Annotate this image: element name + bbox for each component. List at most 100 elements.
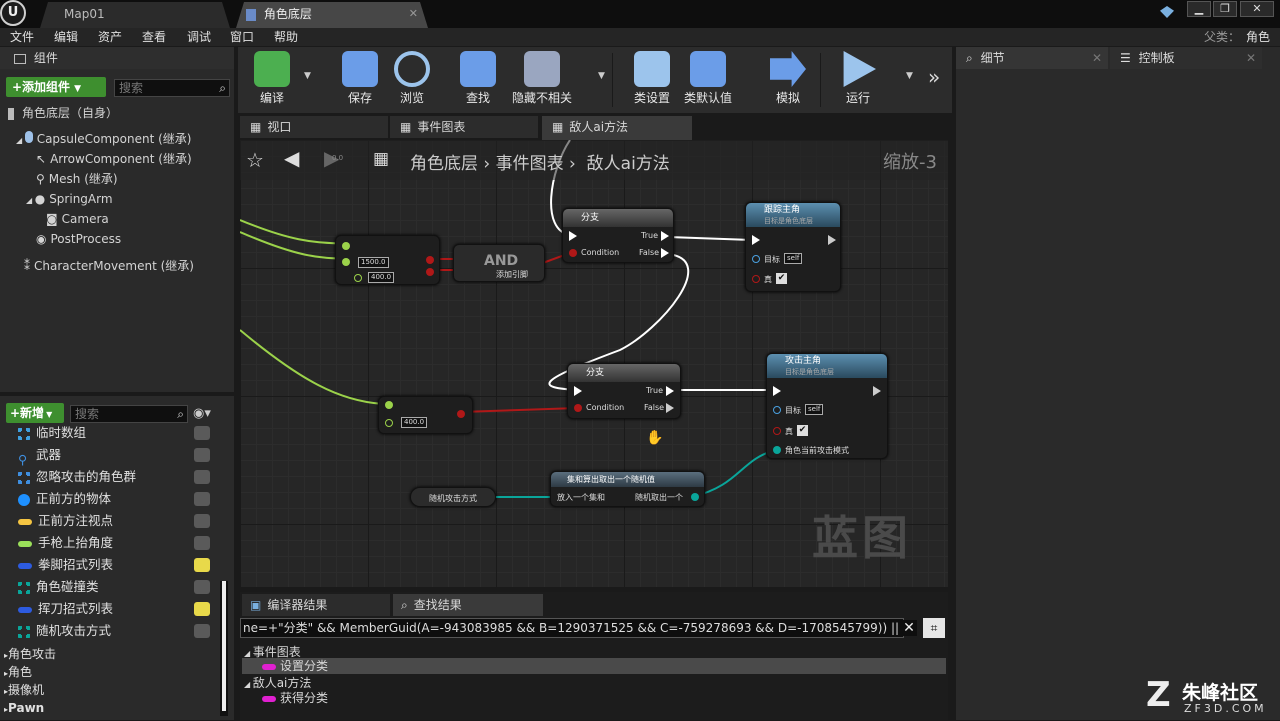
save-button[interactable]: 保存: [330, 51, 390, 109]
variable-item[interactable]: 随机攻击方式: [18, 620, 214, 642]
hidden-eye-icon[interactable]: [194, 580, 210, 594]
variable-item[interactable]: 正前方注视点: [18, 510, 214, 532]
component-root[interactable]: 角色底层（自身）: [8, 103, 118, 123]
result-item[interactable]: 获得分类: [262, 689, 328, 706]
variable-item[interactable]: 临时数组: [18, 426, 214, 444]
source-control-icon[interactable]: [1160, 6, 1174, 18]
compare-node[interactable]: 1500.0 400.0: [335, 235, 440, 285]
unreal-logo-icon[interactable]: U: [0, 0, 26, 26]
add-component-button[interactable]: +添加组件 ▼: [6, 77, 106, 97]
target-pin[interactable]: [752, 255, 760, 263]
component-item-springarm[interactable]: ◢ ● SpringArm: [26, 189, 113, 209]
tab-blueprint[interactable]: 角色底层 ✕: [236, 2, 428, 28]
checkbox[interactable]: ✔: [776, 273, 787, 284]
hidden-eye-icon[interactable]: [194, 492, 210, 506]
class-defaults-button[interactable]: 类默认值: [678, 51, 738, 109]
bool-pin[interactable]: [426, 268, 434, 276]
exec-out-pin[interactable]: [828, 235, 836, 245]
tab-map01[interactable]: Map01: [40, 2, 230, 28]
random-pick-node[interactable]: 集和算出取出一个随机值 放入一个集和 随机取出一个: [550, 471, 705, 507]
hidden-eye-icon[interactable]: [194, 514, 210, 528]
tab-enemy-ai[interactable]: ▦ 敌人ai方法: [542, 116, 692, 140]
minimize-button[interactable]: ▁: [1187, 1, 1211, 17]
component-item-camera[interactable]: ◙ Camera: [46, 209, 109, 229]
variable-item[interactable]: ⚲ 武器: [18, 444, 214, 467]
scrollbar[interactable]: [220, 581, 228, 716]
exec-false-pin[interactable]: [661, 248, 669, 258]
tab-compiler-results[interactable]: ▣ 编译器结果: [242, 594, 390, 616]
exec-in-pin[interactable]: [574, 386, 582, 396]
exec-true-pin[interactable]: [661, 231, 669, 241]
add-pin-label[interactable]: 添加引脚: [496, 269, 528, 280]
add-new-button[interactable]: +新增 ▼: [6, 403, 64, 423]
bool-pin[interactable]: [426, 256, 434, 264]
target-value[interactable]: self: [784, 253, 803, 264]
favorite-star-icon[interactable]: ☆: [246, 148, 264, 172]
control-panel-tab[interactable]: ☰ 控制板 ✕: [1110, 47, 1262, 69]
compile-options-dropdown-icon[interactable]: ▼: [304, 71, 311, 81]
parent-class-value[interactable]: 角色: [1246, 29, 1270, 45]
float-pin[interactable]: [342, 242, 350, 250]
simulate-button[interactable]: 模拟: [758, 51, 818, 109]
menu-help[interactable]: 帮助: [274, 29, 298, 45]
component-item-capsule[interactable]: ◢ CapsuleComponent (继承): [16, 129, 191, 149]
close-icon[interactable]: ✕: [409, 2, 418, 26]
bool-pin[interactable]: [752, 275, 760, 283]
back-arrow-icon[interactable]: ◀: [284, 146, 299, 170]
checkbox[interactable]: ✔: [797, 425, 808, 436]
float-pin[interactable]: [342, 258, 350, 266]
menu-view[interactable]: 查看: [142, 29, 166, 45]
scrollbar-thumb[interactable]: [222, 581, 226, 711]
hidden-eye-icon[interactable]: [194, 536, 210, 550]
variable-item[interactable]: 拳脚招式列表: [18, 554, 214, 576]
variable-getter-node[interactable]: 随机攻击方式: [410, 487, 496, 507]
components-search-input[interactable]: 搜索 ⌕: [114, 79, 230, 97]
close-icon[interactable]: ✕: [1246, 47, 1256, 69]
component-item-mesh[interactable]: ⚲ Mesh (继承): [36, 169, 118, 189]
blueprint-search-input[interactable]: 搜索 ⌕: [70, 405, 188, 423]
exec-in-pin[interactable]: [773, 386, 781, 396]
hidden-eye-icon[interactable]: [194, 448, 210, 462]
hidden-eye-icon[interactable]: [194, 624, 210, 638]
breadcrumb-item[interactable]: 事件图表: [496, 154, 564, 174]
compare-node[interactable]: 400.0: [378, 396, 473, 434]
target-pin[interactable]: [773, 406, 781, 414]
result-item-selected[interactable]: 设置分类: [242, 658, 946, 674]
visibility-eye-icon[interactable]: ◉▾: [193, 406, 211, 421]
details-tab[interactable]: ⌕ 细节 ✕: [956, 47, 1108, 69]
visible-eye-icon[interactable]: [194, 558, 210, 572]
hide-unrelated-button[interactable]: 隐藏不相关: [512, 51, 572, 109]
component-item-movement[interactable]: ⁑ CharacterMovement (继承): [24, 256, 194, 276]
clear-search-icon[interactable]: ✕: [901, 620, 917, 636]
compile-button[interactable]: 编译: [242, 51, 302, 109]
tab-viewport[interactable]: ▦ 视口: [240, 116, 388, 138]
variable-item[interactable]: 角色碰撞类: [18, 576, 214, 598]
float-value-box[interactable]: 1500.0: [358, 257, 389, 268]
exec-false-pin[interactable]: [666, 403, 674, 413]
menu-edit[interactable]: 编辑: [54, 29, 78, 45]
exec-in-pin[interactable]: [752, 235, 760, 245]
float-pin[interactable]: [385, 401, 393, 409]
close-icon[interactable]: ✕: [1092, 47, 1102, 69]
maximize-button[interactable]: ❐: [1213, 1, 1237, 17]
condition-pin[interactable]: [569, 249, 577, 257]
exec-in-pin[interactable]: [569, 231, 577, 241]
hidden-eye-icon[interactable]: [194, 470, 210, 484]
menu-window[interactable]: 窗口: [230, 29, 254, 45]
visible-eye-icon[interactable]: [194, 602, 210, 616]
variable-item[interactable]: 挥刀招式列表: [18, 598, 214, 620]
component-item-arrow[interactable]: ↖ ArrowComponent (继承): [36, 149, 192, 169]
category-pawn[interactable]: ▸Pawn: [4, 697, 44, 719]
component-item-postprocess[interactable]: ◉ PostProcess: [36, 229, 121, 249]
find-search-input[interactable]: ne=+"分类" && MemberGuid(A=-943083985 && B…: [240, 618, 904, 638]
breadcrumb-item[interactable]: 角色底层: [410, 154, 478, 174]
variable-item[interactable]: 忽略攻击的角色群: [18, 466, 214, 488]
variable-item[interactable]: 正前方的物体: [18, 488, 214, 510]
hide-unrelated-options-dropdown-icon[interactable]: ▼: [598, 71, 605, 81]
menu-asset[interactable]: 资产: [98, 29, 122, 45]
play-button[interactable]: 运行: [828, 51, 888, 109]
hidden-eye-icon[interactable]: [194, 426, 210, 440]
branch-node[interactable]: 分支 True Condition False: [562, 208, 674, 263]
class-settings-button[interactable]: 类设置: [622, 51, 682, 109]
condition-pin[interactable]: [574, 404, 582, 412]
